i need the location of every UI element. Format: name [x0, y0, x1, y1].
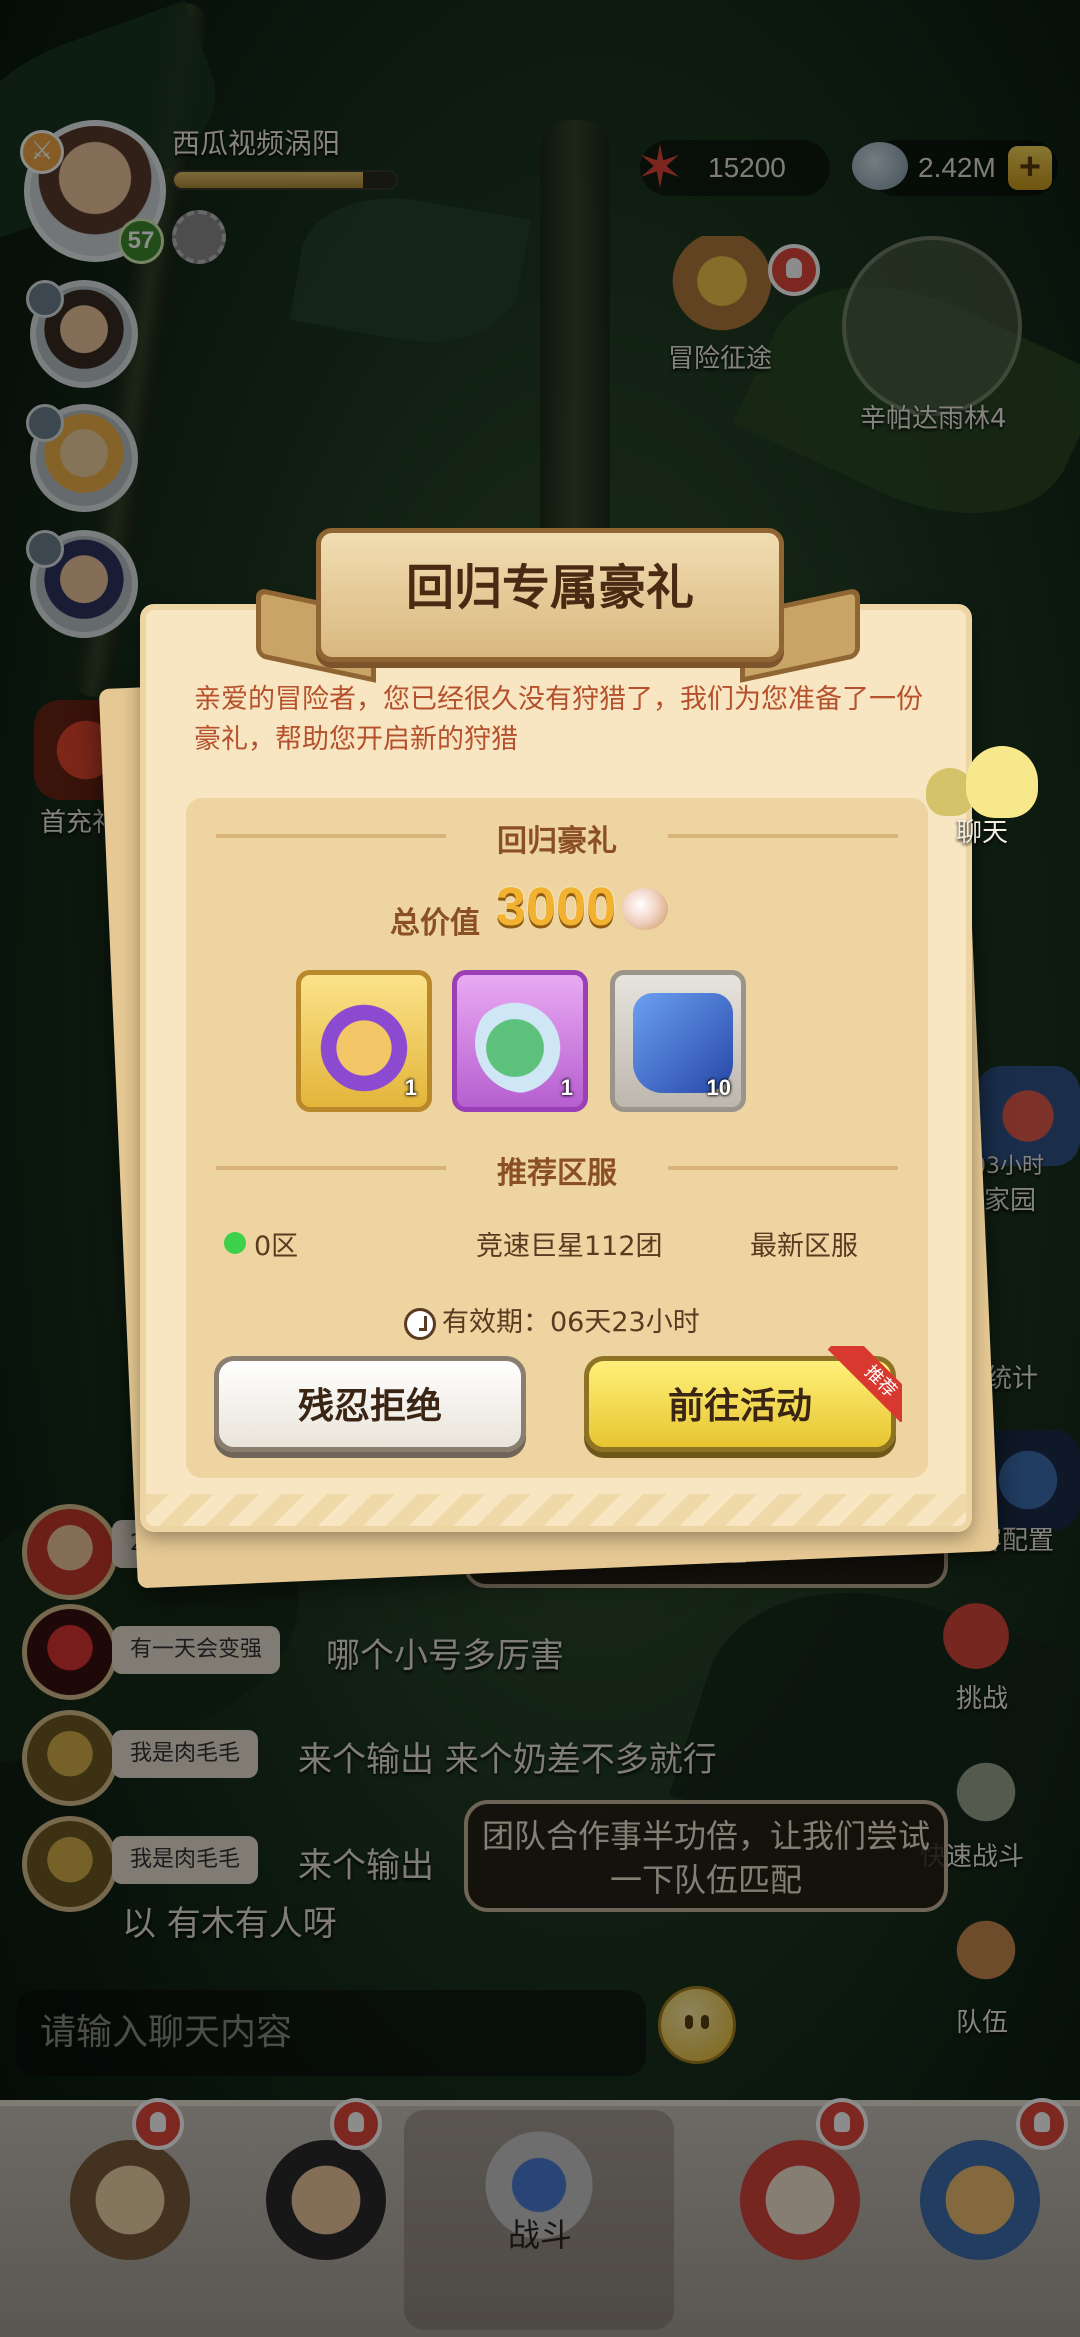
server-name: 竞速巨星112团: [476, 1231, 663, 1262]
pearl-icon: [622, 888, 668, 930]
server-tag: 最新区服: [750, 1231, 858, 1262]
modal-title: 回归专属豪礼: [405, 560, 694, 616]
reward-count: 1: [560, 1075, 573, 1100]
reward-item[interactable]: 10: [610, 970, 746, 1112]
total-label: 总价值: [390, 906, 480, 941]
online-status-dot: [224, 1232, 246, 1254]
reward-item[interactable]: 1: [296, 970, 432, 1112]
reward-count: 10: [706, 1075, 731, 1100]
validity-text: 有效期：06天23小时: [442, 1307, 700, 1338]
recommended-server-row[interactable]: 0区 竞速巨星112团 最新区服: [210, 1224, 910, 1264]
chat-float-label: 聊天: [956, 818, 1009, 848]
validity-row: 有效期：06天23小时: [404, 1300, 700, 1340]
reward-item[interactable]: 1: [452, 970, 588, 1112]
server-zone: 0区: [254, 1231, 299, 1262]
gift-section-title: 回归豪礼: [497, 824, 617, 859]
total-value: 3000: [496, 877, 617, 937]
ghost-icon: [966, 746, 1038, 818]
recommend-badge: 推荐: [826, 1346, 902, 1422]
modal-description: 亲爱的冒险者，您已经很久没有狩猎了，我们为您准备了一份豪礼，帮助您开启新的狩猎: [194, 684, 923, 755]
recommend-badge-text: 推荐: [827, 1346, 902, 1422]
refuse-button[interactable]: 残忍拒绝: [214, 1356, 526, 1452]
server-section-title: 推荐区服: [497, 1156, 617, 1191]
reward-count: 1: [404, 1075, 417, 1100]
clock-icon: [404, 1307, 436, 1340]
